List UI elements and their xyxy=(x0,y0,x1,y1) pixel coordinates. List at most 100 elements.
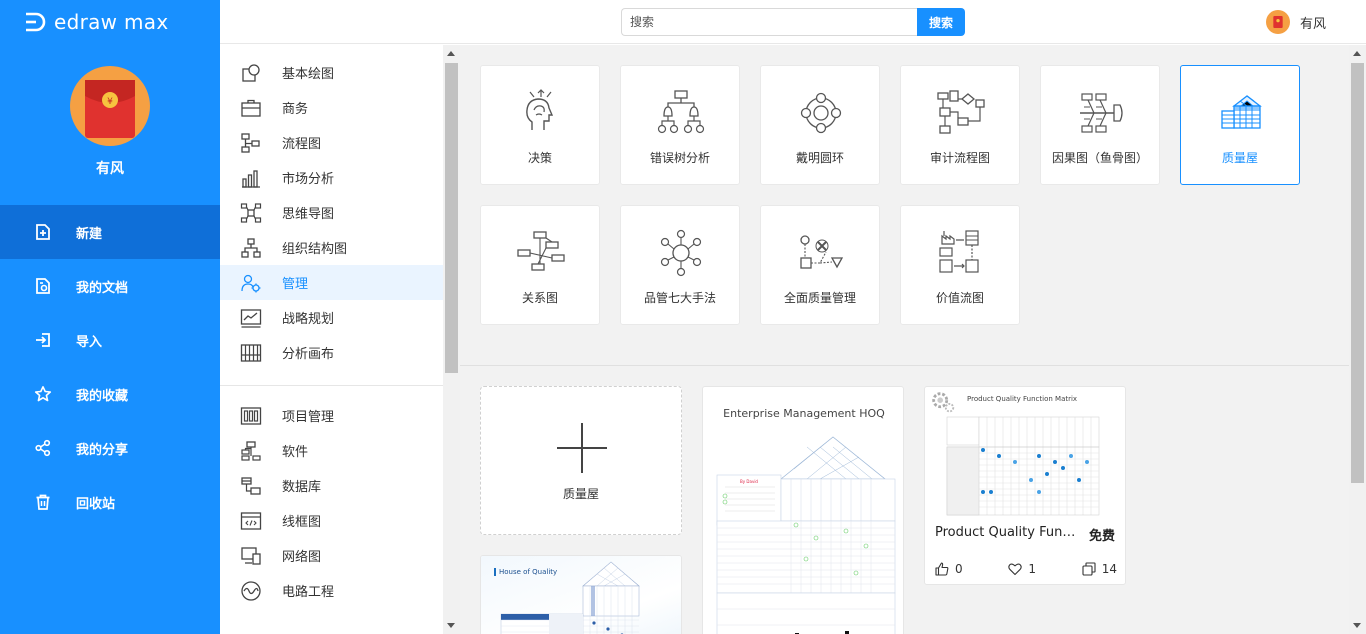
category-label: 商务 xyxy=(282,102,309,117)
copy-count: 14 xyxy=(1101,562,1117,576)
type-card-fault-tree[interactable]: 错误树分析 xyxy=(620,65,740,185)
decision-head-icon xyxy=(526,89,554,130)
category-basic-drawing[interactable]: 基本绘图 xyxy=(220,55,443,90)
type-card-label: 品管七大手法 xyxy=(643,291,716,305)
star-icon xyxy=(34,386,52,402)
type-card-value-stream[interactable]: 价值流图 xyxy=(900,205,1020,325)
new-blank-card[interactable]: 质量屋 xyxy=(480,386,682,535)
sidebar-item-label: 我的收藏 xyxy=(76,388,129,404)
copy-stat[interactable]: 14 xyxy=(1082,562,1117,576)
sidebar-item-my-docs[interactable]: 我的文档 xyxy=(0,259,220,313)
app-root: edraw max ¥ 有风 新建 我的文档 导入 我的收藏 我的分享 回收站 … xyxy=(0,0,1366,634)
sidebar-item-label: 回收站 xyxy=(76,496,116,512)
scroll-up-arrow-icon[interactable] xyxy=(1353,51,1361,56)
sidebar-item-label: 导入 xyxy=(76,334,103,350)
share-icon xyxy=(35,439,51,457)
category-mindmap[interactable]: 思维导图 xyxy=(220,195,443,230)
mindmap-icon xyxy=(240,202,262,223)
category-label: 市场分析 xyxy=(282,172,335,187)
like-count: 0 xyxy=(955,562,963,576)
sidebar-item-shares[interactable]: 我的分享 xyxy=(0,421,220,475)
type-card-label: 错误树分析 xyxy=(649,151,710,165)
type-card-label: 价值流图 xyxy=(935,291,984,305)
category-strategy[interactable]: 战略规划 xyxy=(220,300,443,335)
category-software[interactable]: 软件 xyxy=(220,433,443,468)
category-database[interactable]: 数据库 xyxy=(220,468,443,503)
trash-icon xyxy=(36,494,50,510)
template-card-product-quality[interactable]: Product Quality Function Matrix Product … xyxy=(924,386,1126,585)
type-card-label: 关系图 xyxy=(521,291,558,305)
category-label: 战略规划 xyxy=(282,312,335,327)
category-business[interactable]: 商务 xyxy=(220,90,443,125)
category-label: 线框图 xyxy=(282,515,322,530)
type-card-label: 决策 xyxy=(527,151,552,165)
sidebar-nav: 新建 我的文档 导入 我的收藏 我的分享 回收站 xyxy=(0,205,220,529)
template-card-enterprise-hoq[interactable]: Enterprise Management HOQ By David xyxy=(702,386,904,634)
category-circuit[interactable]: 电路工程 xyxy=(220,573,443,608)
house-of-quality-icon xyxy=(1221,95,1262,129)
avatar[interactable]: ¥ xyxy=(70,66,150,146)
database-icon xyxy=(241,476,261,495)
user-menu[interactable]: 有风 xyxy=(1265,10,1326,34)
type-card-decision[interactable]: 决策 xyxy=(480,65,600,185)
category-label: 电路工程 xyxy=(282,585,335,600)
search-input[interactable] xyxy=(621,8,917,36)
template-title[interactable]: Product Quality Function Matrix xyxy=(935,525,1080,540)
type-card-tqm[interactable]: 全面质量管理 xyxy=(760,205,880,325)
category-scrollbar[interactable] xyxy=(443,45,460,634)
sidebar-item-label: 新建 xyxy=(76,226,103,242)
category-network[interactable]: 网络图 xyxy=(220,538,443,573)
heart-icon xyxy=(1008,563,1023,576)
type-card-seven-tools[interactable]: 品管七大手法 xyxy=(620,205,740,325)
category-org-chart[interactable]: 组织结构图 xyxy=(220,230,443,265)
fault-tree-icon xyxy=(657,90,705,134)
wireframe-icon xyxy=(240,511,262,530)
software-icon xyxy=(241,440,261,461)
network-icon xyxy=(241,546,261,565)
template-thumbnail: House of Quality xyxy=(481,556,681,634)
sidebar-item-import[interactable]: 导入 xyxy=(0,313,220,367)
briefcase-icon xyxy=(241,99,261,117)
category-flowchart[interactable]: 流程图 xyxy=(220,125,443,160)
pqf-thumbnail-graphic xyxy=(946,416,1100,516)
sidebar-item-trash[interactable]: 回收站 xyxy=(0,475,220,529)
type-card-relationship[interactable]: 关系图 xyxy=(480,205,600,325)
type-card-fishbone[interactable]: 因果图（鱼骨图） xyxy=(1040,65,1160,185)
sidebar-item-new[interactable]: 新建 xyxy=(0,205,220,259)
category-market-analysis[interactable]: 市场分析 xyxy=(220,160,443,195)
management-icon xyxy=(241,274,261,292)
template-card-house-of-quality[interactable]: House of Quality xyxy=(480,555,682,634)
bar-chart-icon xyxy=(242,169,260,188)
seven-tools-icon xyxy=(660,229,702,277)
type-card-deming-cycle[interactable]: 戴明圆环 xyxy=(760,65,880,185)
category-management[interactable]: 管理 xyxy=(220,265,443,300)
type-card-house-of-quality[interactable]: 质量屋 xyxy=(1180,65,1300,185)
template-thumbnail: Enterprise Management HOQ By David xyxy=(703,387,903,634)
relationship-icon xyxy=(517,231,565,271)
category-wireframe[interactable]: 线框图 xyxy=(220,503,443,538)
favorite-stat[interactable]: 1 xyxy=(1008,562,1036,576)
category-project-management[interactable]: 项目管理 xyxy=(220,398,443,433)
user-name: 有风 xyxy=(1299,16,1326,32)
sidebar-item-favorites[interactable]: 我的收藏 xyxy=(0,367,220,421)
logo-text: edraw max xyxy=(54,10,169,34)
hoq-thumbnail-graphic: By David xyxy=(716,436,896,634)
category-label: 组织结构图 xyxy=(282,242,348,257)
type-card-audit-flow[interactable]: 审计流程图 xyxy=(900,65,1020,185)
scroll-down-arrow-icon[interactable] xyxy=(1353,623,1361,628)
search-button[interactable]: 搜索 xyxy=(917,8,965,36)
circuit-icon xyxy=(241,580,261,601)
logo[interactable]: edraw max xyxy=(22,10,168,34)
scrollbar-thumb[interactable] xyxy=(1351,63,1364,483)
red-envelope-icon: ¥ xyxy=(85,80,135,138)
scroll-up-arrow-icon[interactable] xyxy=(447,51,455,56)
scroll-down-arrow-icon[interactable] xyxy=(447,623,455,628)
category-label: 管理 xyxy=(282,277,309,292)
category-label: 网络图 xyxy=(282,550,322,565)
category-analysis-canvas[interactable]: 分析画布 xyxy=(220,335,443,370)
deming-cycle-icon xyxy=(800,92,842,134)
like-stat[interactable]: 0 xyxy=(935,562,963,576)
type-card-label: 戴明圆环 xyxy=(795,151,844,165)
scrollbar-thumb[interactable] xyxy=(445,63,458,373)
main-scrollbar[interactable] xyxy=(1349,45,1366,634)
